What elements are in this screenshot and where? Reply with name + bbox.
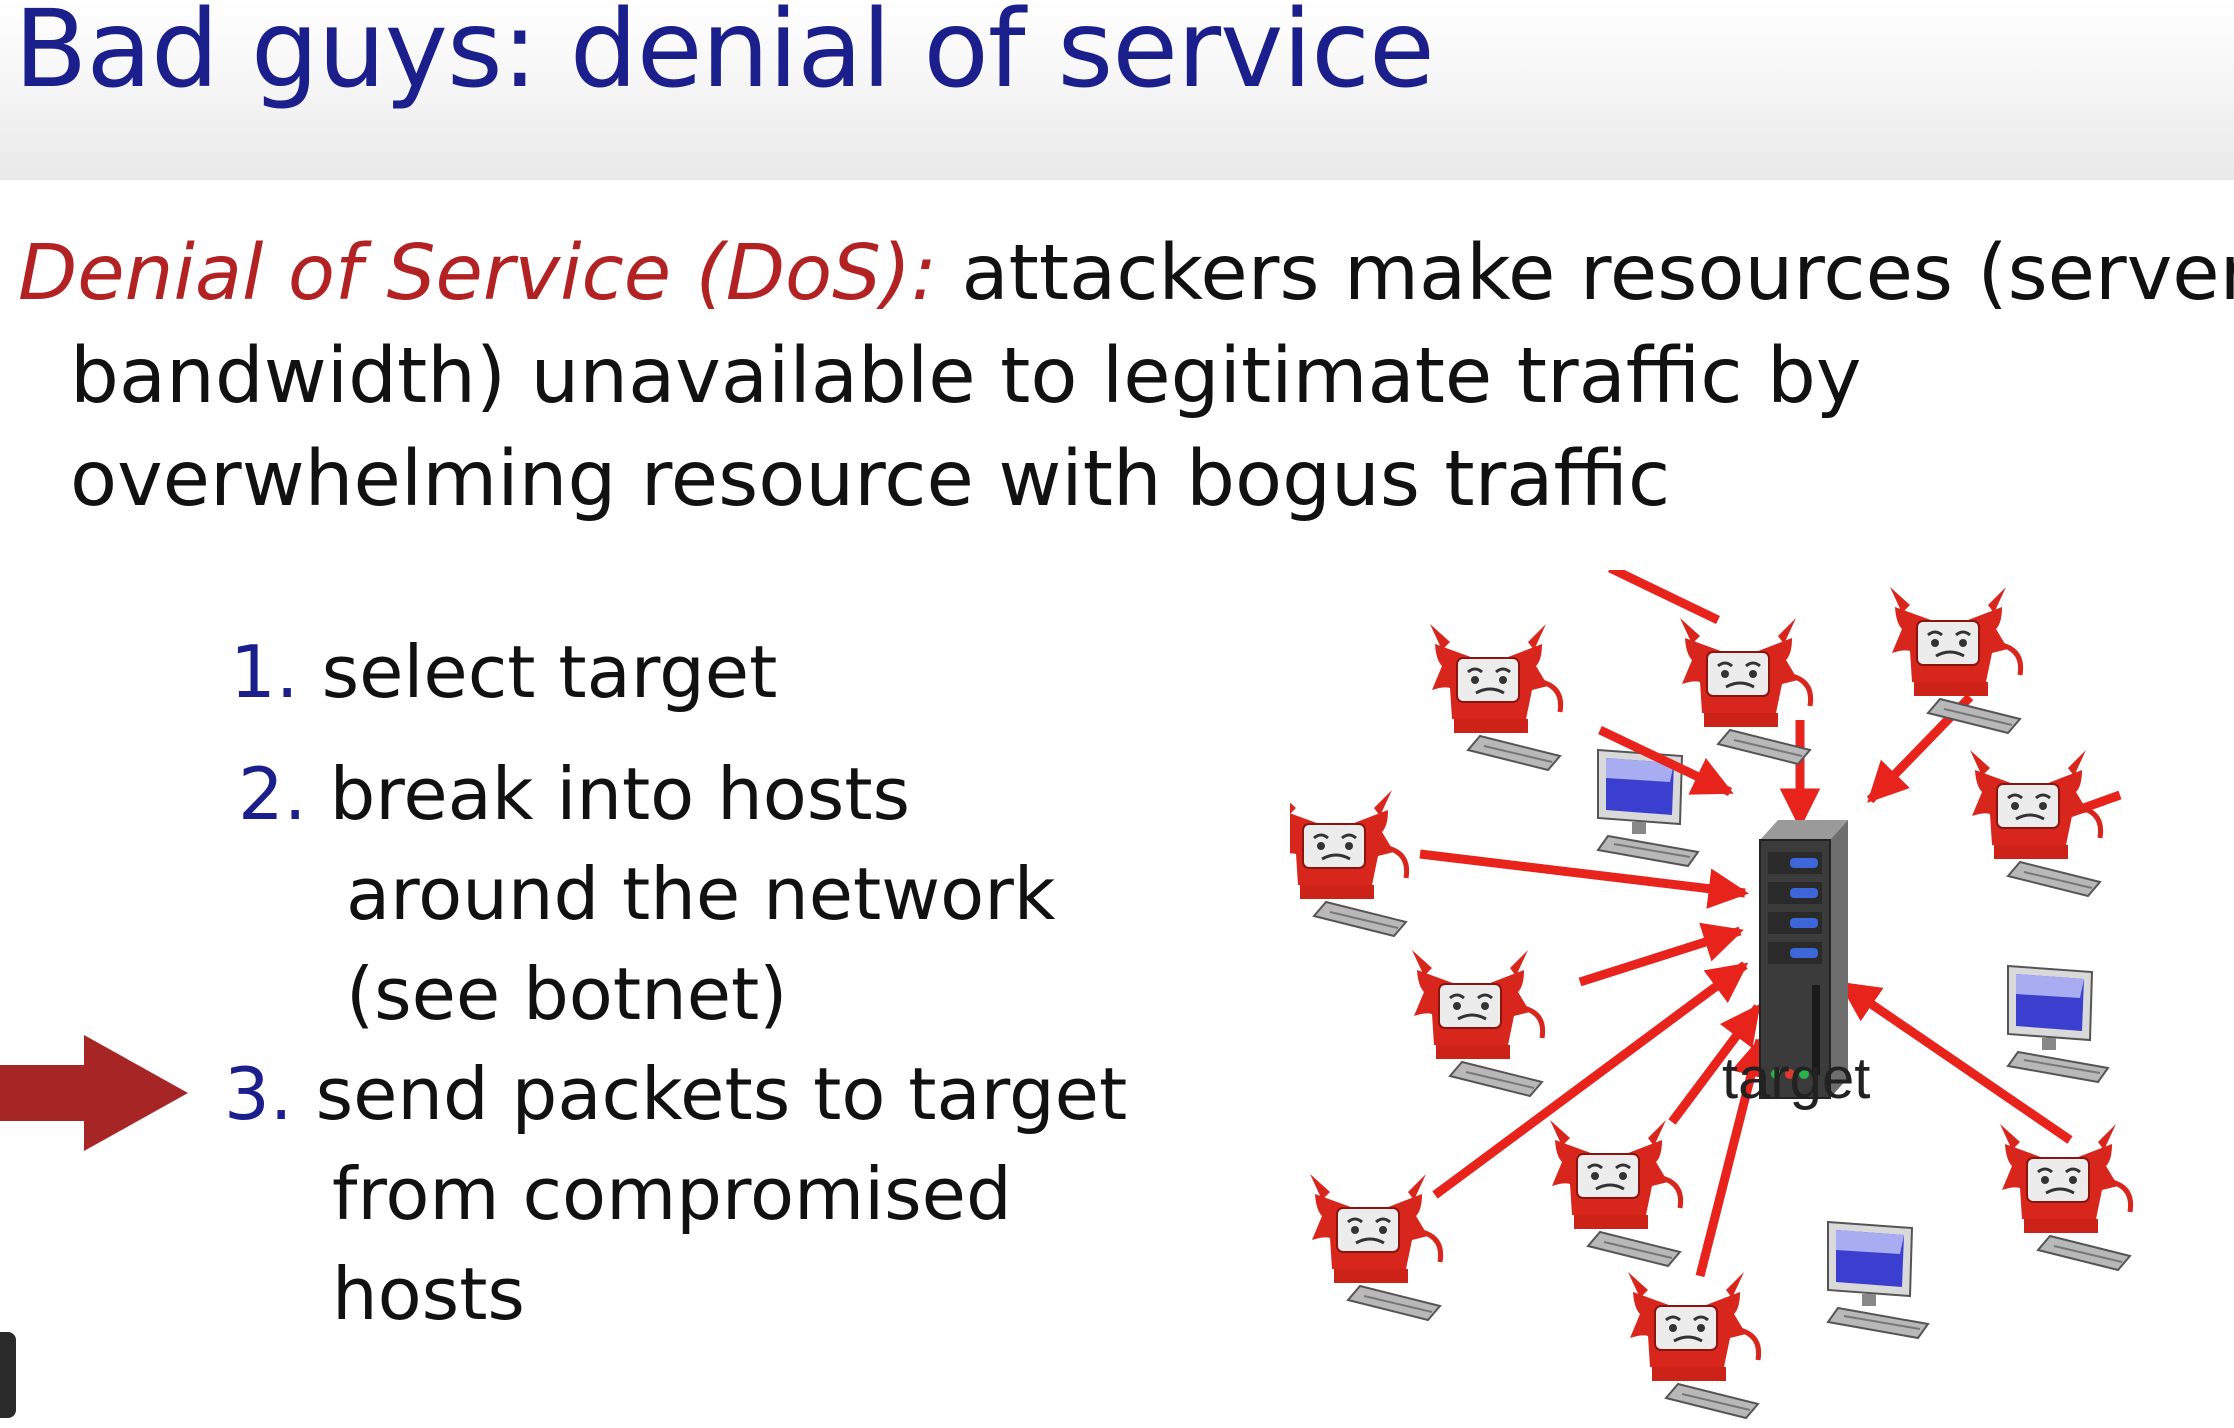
definition-line-1: attackers make resources (server, xyxy=(961,229,2234,318)
step-3-cont-2: hosts xyxy=(332,1252,525,1336)
step-3: 3. send packets to target xyxy=(224,1052,1127,1136)
current-step-arrow-icon xyxy=(0,1035,188,1151)
step-number: 3. xyxy=(224,1052,293,1136)
dos-network-diagram xyxy=(1290,570,2230,1428)
definition: Denial of Service (DoS): attackers make … xyxy=(18,222,2234,531)
definition-line-3: overwhelming resource with bogus traffic xyxy=(70,435,1671,524)
step-1: 1. select target xyxy=(230,630,777,714)
definition-line-2: bandwidth) unavailable to legitimate tra… xyxy=(70,332,1862,421)
step-text: send packets to target xyxy=(315,1052,1128,1136)
definition-term: Denial of Service (DoS): xyxy=(18,229,937,318)
target-label: target xyxy=(1722,1046,1871,1111)
step-2: 2. break into hosts xyxy=(238,752,910,836)
step-2-cont-2: (see botnet) xyxy=(346,952,788,1036)
step-3-cont-1: from compromised xyxy=(332,1152,1012,1236)
step-text: select target xyxy=(321,630,778,714)
corner-tab xyxy=(0,1332,16,1418)
step-number: 1. xyxy=(230,630,299,714)
step-2-cont-1: around the network xyxy=(346,852,1056,936)
step-number: 2. xyxy=(238,752,307,836)
step-text: break into hosts xyxy=(329,752,911,836)
slide-title: Bad guys: denial of service xyxy=(14,0,1435,112)
